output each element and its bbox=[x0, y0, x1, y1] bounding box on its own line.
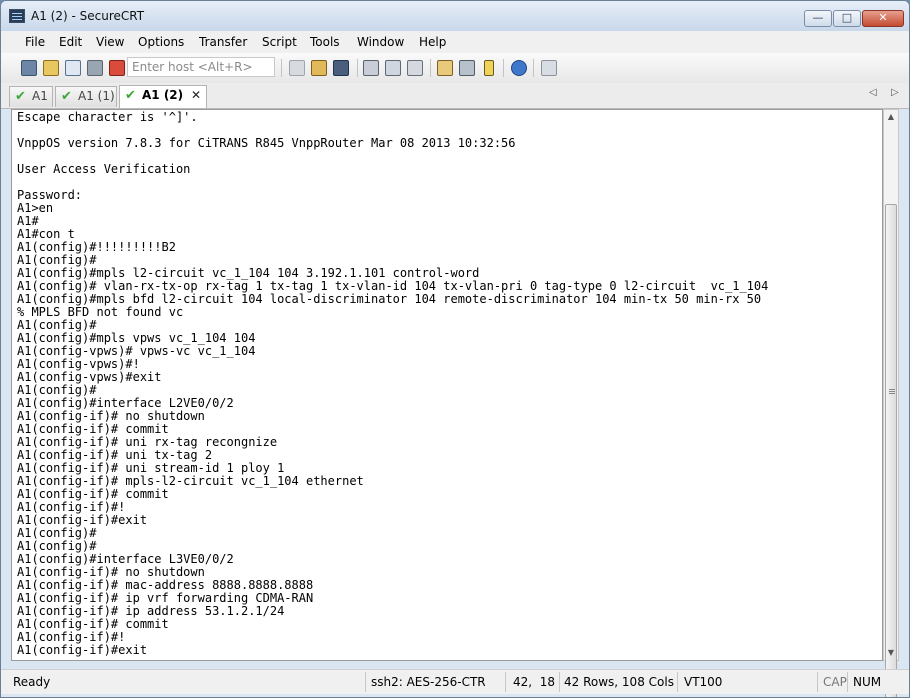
tab-label: A1 bbox=[32, 89, 48, 103]
menu-window[interactable]: Window bbox=[357, 35, 404, 49]
menu-transfer[interactable]: Transfer bbox=[199, 35, 247, 49]
tab-scroll-right-icon[interactable]: ▷ bbox=[891, 87, 899, 98]
status-separator bbox=[365, 672, 366, 692]
session-options-icon[interactable] bbox=[437, 60, 453, 76]
toolbar-separator bbox=[430, 59, 431, 77]
tab-a1-1[interactable]: ✔ A1 (1) bbox=[55, 86, 117, 107]
print-selection-icon[interactable] bbox=[385, 60, 401, 76]
status-bar: Ready ssh2: AES-256-CTR 42, 18 42 Rows, … bbox=[1, 669, 909, 694]
tab-scroll-left-icon[interactable]: ◁ bbox=[869, 87, 877, 98]
status-separator bbox=[505, 672, 506, 692]
menu-bar: File Edit View Options Transfer Script T… bbox=[1, 31, 909, 53]
minimize-icon: — bbox=[812, 11, 824, 24]
connect-in-tab-icon[interactable] bbox=[65, 60, 81, 76]
close-window-button[interactable]: ✕ bbox=[862, 10, 904, 27]
keymap-icon[interactable] bbox=[484, 60, 494, 76]
securecrt-window: A1 (2) - SecureCRT — □ ✕ File Edit View … bbox=[0, 0, 910, 698]
reconnect-icon[interactable] bbox=[87, 60, 103, 76]
global-options-icon[interactable] bbox=[459, 60, 475, 76]
status-ready: Ready bbox=[13, 675, 51, 689]
menu-tools[interactable]: Tools bbox=[310, 35, 340, 49]
connected-check-icon: ✔ bbox=[61, 89, 72, 104]
grip-icon bbox=[889, 389, 895, 390]
session-tabs: ✔ A1 ✔ A1 (1) ✔ A1 (2) ✕ bbox=[1, 83, 909, 109]
toolbar-separator bbox=[281, 59, 282, 77]
quick-connect-icon[interactable] bbox=[43, 60, 59, 76]
close-tab-icon[interactable]: ✕ bbox=[191, 86, 201, 105]
window-title: A1 (2) - SecureCRT bbox=[31, 9, 145, 23]
toolbar-separator bbox=[533, 59, 534, 77]
host-input[interactable] bbox=[127, 57, 275, 77]
toolbar-separator bbox=[357, 59, 358, 77]
status-separator bbox=[677, 672, 678, 692]
tab-label: A1 (2) bbox=[142, 88, 184, 102]
maximize-button[interactable]: □ bbox=[833, 10, 861, 27]
title-bar[interactable]: A1 (2) - SecureCRT — □ ✕ bbox=[1, 1, 909, 31]
tab-label: A1 (1) bbox=[78, 89, 115, 103]
status-separator bbox=[847, 672, 848, 692]
tab-a1[interactable]: ✔ A1 bbox=[9, 86, 53, 107]
print-screen-icon[interactable] bbox=[407, 60, 423, 76]
print-icon[interactable] bbox=[363, 60, 379, 76]
tab-a1-2[interactable]: ✔ A1 (2) ✕ bbox=[119, 85, 207, 108]
terminal-output: Escape character is '^]'. VnppOS version… bbox=[17, 110, 769, 657]
minimize-button[interactable]: — bbox=[804, 10, 832, 27]
toolbar-separator bbox=[503, 59, 504, 77]
status-num-lock: NUM bbox=[853, 675, 882, 689]
vertical-scrollbar[interactable]: ▲ ▼ bbox=[883, 109, 899, 697]
scroll-up-icon[interactable]: ▲ bbox=[884, 110, 898, 124]
menu-help[interactable]: Help bbox=[419, 35, 446, 49]
status-caps-lock: CAP bbox=[823, 675, 847, 689]
connected-check-icon: ✔ bbox=[125, 88, 136, 103]
menu-script[interactable]: Script bbox=[262, 35, 297, 49]
terminal-pane[interactable]: Escape character is '^]'. VnppOS version… bbox=[11, 109, 883, 661]
scrollbar-thumb[interactable] bbox=[885, 204, 897, 697]
menu-view[interactable]: View bbox=[96, 35, 124, 49]
menu-edit[interactable]: Edit bbox=[59, 35, 82, 49]
status-terminal-size: 42 Rows, 108 Cols bbox=[564, 675, 674, 689]
connect-icon[interactable] bbox=[21, 60, 37, 76]
help-icon[interactable] bbox=[511, 60, 527, 76]
connected-check-icon: ✔ bbox=[15, 89, 26, 104]
copy-icon[interactable] bbox=[289, 60, 305, 76]
menu-options[interactable]: Options bbox=[138, 35, 184, 49]
menu-file[interactable]: File bbox=[25, 35, 45, 49]
close-icon: ✕ bbox=[878, 11, 888, 24]
maximize-icon: □ bbox=[841, 11, 853, 24]
paste-icon[interactable] bbox=[311, 60, 327, 76]
status-separator bbox=[817, 672, 818, 692]
status-cursor-position: 42, 18 bbox=[513, 675, 555, 689]
status-separator bbox=[559, 672, 560, 692]
find-icon[interactable] bbox=[333, 60, 349, 76]
securecrt-app-icon[interactable] bbox=[9, 9, 25, 23]
scroll-down-icon[interactable]: ▼ bbox=[884, 646, 898, 660]
status-terminal-type: VT100 bbox=[684, 675, 723, 689]
disconnect-icon[interactable] bbox=[109, 60, 125, 76]
status-encryption: ssh2: AES-256-CTR bbox=[371, 675, 486, 689]
tile-icon[interactable] bbox=[541, 60, 557, 76]
